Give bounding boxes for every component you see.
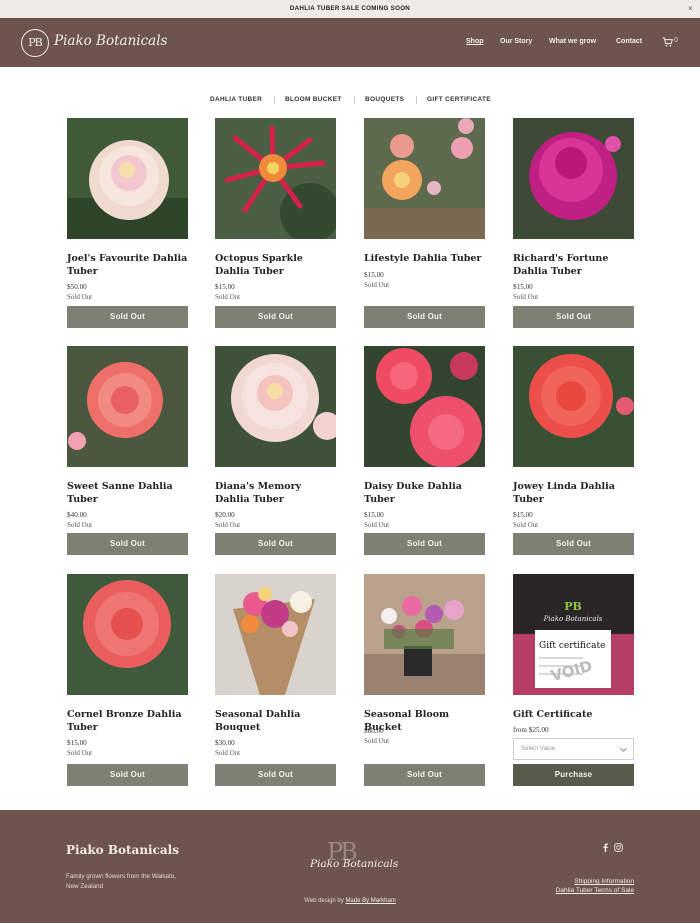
sold-out-button[interactable]: Sold Out — [364, 764, 485, 786]
product-price: $40.00 — [67, 511, 87, 519]
product-image[interactable] — [364, 346, 485, 467]
credit-prefix: Web design by — [304, 898, 346, 904]
gift-value-select[interactable]: Select Value — [513, 738, 634, 760]
purchase-button[interactable]: Purchase — [513, 764, 634, 786]
product-price: $60.00 — [364, 727, 384, 735]
product-name[interactable]: Jowey Linda Dahlia Tuber — [513, 481, 634, 506]
product-price: $15.00 — [364, 511, 384, 519]
stock-status: Sold Out — [67, 293, 93, 301]
product-image[interactable] — [67, 574, 188, 695]
product-image[interactable] — [364, 574, 485, 695]
product-image[interactable] — [215, 574, 336, 695]
shipping-information-link[interactable]: Shipping Information — [574, 878, 634, 885]
chevron-down-icon — [620, 747, 627, 752]
product-image[interactable] — [513, 118, 634, 239]
sold-out-button[interactable]: Sold Out — [67, 764, 188, 786]
product-name[interactable]: Richard's Fortune Dahlia Tuber — [513, 253, 634, 278]
product-image[interactable] — [215, 118, 336, 239]
announcement-bar: DAHLIA TUBER SALE COMING SOON × — [0, 0, 700, 18]
footer-logo-text: Piako Botanicals — [310, 858, 399, 870]
product-price: $15.00 — [364, 271, 384, 279]
sold-out-button[interactable]: Sold Out — [215, 764, 336, 786]
product-price: $30.00 — [215, 739, 235, 747]
announcement-text: DAHLIA TUBER SALE COMING SOON — [289, 5, 411, 12]
site-header: PB Piako Botanicals Shop Our Story What … — [0, 18, 700, 67]
product-image[interactable] — [364, 118, 485, 239]
product-price: $15.00 — [67, 739, 87, 747]
close-icon[interactable]: × — [688, 0, 693, 18]
stock-status: Sold Out — [513, 293, 539, 301]
product-image[interactable] — [67, 118, 188, 239]
product-name[interactable]: Gift Certificate — [513, 709, 634, 722]
tuber-terms-link[interactable]: Dahlia Tuber Terms of Sale — [556, 887, 634, 894]
nav-shop[interactable]: Shop — [466, 38, 484, 45]
stock-status: Sold Out — [364, 521, 390, 529]
product-image[interactable] — [215, 346, 336, 467]
instagram-icon[interactable] — [614, 843, 623, 852]
gift-logo-monogram: PB — [564, 600, 582, 613]
product-price: $50.00 — [67, 283, 87, 291]
category-divider — [416, 96, 417, 104]
stock-status: Sold Out — [513, 521, 539, 529]
product-name[interactable]: Cornel Bronze Dahlia Tuber — [67, 709, 188, 734]
product-price: $15.00 — [215, 283, 235, 291]
credit-link[interactable]: Made By Markham — [345, 898, 395, 904]
product-name[interactable]: Sweet Sanne Dahlia Tuber — [67, 481, 188, 506]
category-dahlia-tuber[interactable]: DAHLIA TUBER — [210, 96, 262, 103]
gift-brand-text: Piako Botanicals — [543, 615, 603, 623]
sold-out-button[interactable]: Sold Out — [67, 306, 188, 328]
logo-monogram[interactable]: PB — [21, 29, 49, 57]
logo-text[interactable]: Piako Botanicals — [54, 33, 167, 49]
product-name[interactable]: Lifestyle Dahlia Tuber — [364, 253, 485, 266]
sold-out-button[interactable]: Sold Out — [513, 533, 634, 555]
facebook-icon[interactable] — [601, 843, 610, 852]
nav-contact[interactable]: Contact — [616, 38, 642, 45]
product-price: $15.00 — [513, 283, 533, 291]
footer-title: Piako Botanicals — [66, 843, 179, 857]
product-name[interactable]: Diana's Memory Dahlia Tuber — [215, 481, 336, 506]
stock-status: Sold Out — [67, 521, 93, 529]
product-price: $15.00 — [513, 511, 533, 519]
stock-status: Sold Out — [215, 749, 241, 757]
stock-status: Sold Out — [364, 281, 390, 289]
product-name[interactable]: Daisy Duke Dahlia Tuber — [364, 481, 485, 506]
category-divider — [274, 96, 275, 104]
gift-heading-text: Gift certificate — [539, 641, 605, 651]
product-price: from $25.00 — [513, 726, 549, 734]
cart-icon[interactable] — [662, 37, 673, 47]
sold-out-button[interactable]: Sold Out — [513, 306, 634, 328]
stock-status: Sold Out — [215, 293, 241, 301]
product-name[interactable]: Seasonal Dahlia Bouquet — [215, 709, 336, 734]
sold-out-button[interactable]: Sold Out — [215, 533, 336, 555]
sold-out-button[interactable]: Sold Out — [364, 306, 485, 328]
stock-status: Sold Out — [215, 521, 241, 529]
product-image[interactable]: PB Piako Botanicals Gift certificate VOI… — [513, 574, 634, 695]
product-name[interactable]: Octopus Sparkle Dahlia Tuber — [215, 253, 336, 278]
category-divider — [354, 96, 355, 104]
product-name[interactable]: Joel's Favourite Dahlia Tuber — [67, 253, 188, 278]
cart-count[interactable]: 0 — [674, 37, 678, 44]
nav-what-we-grow[interactable]: What we grow — [549, 38, 596, 45]
product-image[interactable] — [67, 346, 188, 467]
product-image[interactable] — [513, 346, 634, 467]
stock-status: Sold Out — [364, 737, 390, 745]
stock-status: Sold Out — [67, 749, 93, 757]
sold-out-button[interactable]: Sold Out — [215, 306, 336, 328]
select-placeholder: Select Value — [521, 745, 556, 752]
nav-our-story[interactable]: Our Story — [500, 38, 532, 45]
sold-out-button[interactable]: Sold Out — [364, 533, 485, 555]
footer-credit: Web design by Made By Markham — [0, 898, 700, 904]
category-gift-certificate[interactable]: GIFT CERTIFICATE — [427, 96, 491, 103]
category-bloom-bucket[interactable]: BLOOM BUCKET — [285, 96, 342, 103]
sold-out-button[interactable]: Sold Out — [67, 533, 188, 555]
category-bouquets[interactable]: BOUQUETS — [365, 96, 404, 103]
site-footer: Piako Botanicals Family grown flowers fr… — [0, 810, 700, 923]
footer-description: Family grown flowers from the Waikato, N… — [66, 873, 176, 890]
product-price: $20.00 — [215, 511, 235, 519]
